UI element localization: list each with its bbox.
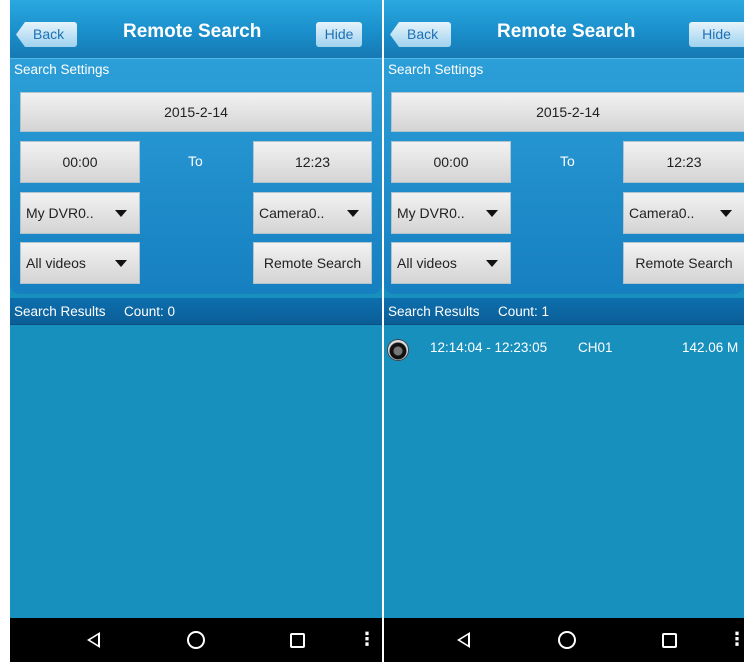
menu-icon[interactable]: ⋮ xyxy=(358,629,376,649)
remote-search-button[interactable]: Remote Search xyxy=(253,242,372,284)
back-icon[interactable] xyxy=(87,632,100,648)
chevron-down-icon xyxy=(720,210,732,217)
dvr-dropdown[interactable]: My DVR0.. xyxy=(391,192,511,234)
video-type-dropdown-value: All videos xyxy=(397,255,457,271)
home-icon[interactable] xyxy=(187,631,205,649)
hide-button[interactable]: Hide xyxy=(689,22,744,47)
search-results-bar: Search Results Count: 0 xyxy=(10,298,382,325)
chevron-down-icon xyxy=(115,260,127,267)
home-icon[interactable] xyxy=(558,631,576,649)
search-settings-label: Search Settings xyxy=(388,62,484,77)
result-channel: CH01 xyxy=(578,340,613,355)
chevron-down-icon xyxy=(347,210,359,217)
search-settings-panel: Search Settings 2015-2-14 00:00 To 12:23… xyxy=(384,58,744,294)
back-icon[interactable] xyxy=(457,632,470,648)
start-time-button[interactable]: 00:00 xyxy=(20,141,140,183)
back-button[interactable]: Back xyxy=(390,22,452,47)
dvr-dropdown[interactable]: My DVR0.. xyxy=(20,192,140,234)
search-settings-panel: Search Settings 2015-2-14 00:00 To 12:23… xyxy=(10,58,382,294)
start-time-button[interactable]: 00:00 xyxy=(391,141,511,183)
dvr-dropdown-value: My DVR0.. xyxy=(397,205,465,221)
camera-dropdown-value: Camera0.. xyxy=(629,205,695,221)
video-type-dropdown[interactable]: All videos xyxy=(20,242,140,284)
to-label: To xyxy=(188,153,203,169)
search-settings-label: Search Settings xyxy=(14,62,110,77)
date-button[interactable]: 2015-2-14 xyxy=(20,92,372,132)
page-title: Remote Search xyxy=(497,21,636,42)
system-nav-bar: ⋮ xyxy=(384,618,744,662)
left-screen: Back Remote Search Hide Search Settings … xyxy=(10,0,382,662)
recents-icon[interactable] xyxy=(290,633,305,648)
end-time-button[interactable]: 12:23 xyxy=(623,141,744,183)
chevron-down-icon xyxy=(486,260,498,267)
camera-icon xyxy=(388,340,408,360)
system-nav-bar: ⋮ xyxy=(10,618,382,662)
to-label: To xyxy=(560,153,575,169)
chevron-down-icon xyxy=(115,210,127,217)
remote-search-button[interactable]: Remote Search xyxy=(623,242,744,284)
search-results-label: Search Results xyxy=(14,304,106,319)
dvr-dropdown-value: My DVR0.. xyxy=(26,205,94,221)
chevron-down-icon xyxy=(486,210,498,217)
right-screen: Back Remote Search Hide Search Settings … xyxy=(384,0,744,662)
hide-button[interactable]: Hide xyxy=(316,22,362,47)
list-item[interactable]: 12:14:04 - 12:23:05 CH01 142.06 M xyxy=(384,332,744,370)
end-time-button[interactable]: 12:23 xyxy=(253,141,372,183)
camera-dropdown-value: Camera0.. xyxy=(259,205,325,221)
search-results-label: Search Results xyxy=(388,304,480,319)
top-bar: Back Remote Search Hide xyxy=(10,0,382,58)
video-type-dropdown-value: All videos xyxy=(26,255,86,271)
result-size: 142.06 M xyxy=(682,340,739,355)
results-count: Count: 0 xyxy=(124,304,176,319)
recents-icon[interactable] xyxy=(662,633,677,648)
date-button[interactable]: 2015-2-14 xyxy=(391,92,744,132)
result-time-range: 12:14:04 - 12:23:05 xyxy=(430,340,548,355)
camera-dropdown[interactable]: Camera0.. xyxy=(623,192,744,234)
back-button[interactable]: Back xyxy=(16,22,78,47)
menu-icon[interactable]: ⋮ xyxy=(728,629,744,649)
video-type-dropdown[interactable]: All videos xyxy=(391,242,511,284)
top-bar: Back Remote Search Hide xyxy=(384,0,744,58)
page-title: Remote Search xyxy=(123,21,262,42)
search-results-bar: Search Results Count: 1 xyxy=(384,298,744,325)
results-count: Count: 1 xyxy=(498,304,550,319)
camera-dropdown[interactable]: Camera0.. xyxy=(253,192,372,234)
